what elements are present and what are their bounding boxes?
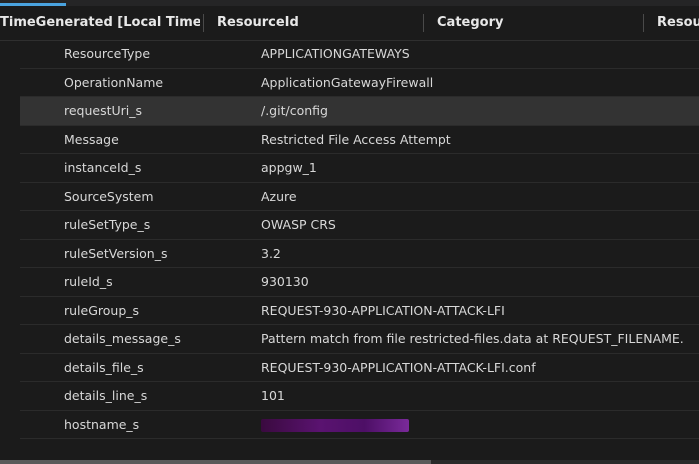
redacted-value — [261, 418, 409, 432]
detail-row-details-message[interactable]: details_message_s Pattern match from fil… — [20, 325, 699, 354]
expanded-record-details: ResourceType APPLICATIONGATEWAYS Operati… — [20, 40, 699, 439]
detail-row-details-line[interactable]: details_line_s 101 — [20, 382, 699, 411]
field-name: details_line_s — [64, 388, 148, 403]
column-header-category[interactable]: Category — [437, 6, 637, 40]
results-grid: TimeGenerated [Local Time] ResourceId Ca… — [0, 0, 699, 464]
field-name: details_file_s — [64, 359, 144, 375]
detail-row-rulesettype[interactable]: ruleSetType_s OWASP CRS — [20, 211, 699, 240]
detail-row-rulegroup[interactable]: ruleGroup_s REQUEST-930-APPLICATION-ATTA… — [20, 297, 699, 325]
detail-row-requesturi-selected[interactable]: requestUri_s /.git/config — [20, 97, 699, 126]
field-value: ApplicationGatewayFirewall — [261, 74, 434, 90]
field-name: hostname_s — [64, 416, 140, 432]
detail-row-details-file[interactable]: details_file_s REQUEST-930-APPLICATION-A… — [20, 354, 699, 382]
field-value: 3.2 — [261, 245, 281, 261]
detail-row-operationname[interactable]: OperationName ApplicationGatewayFirewall — [20, 69, 699, 97]
column-resize-handle[interactable] — [203, 14, 204, 32]
field-value: REQUEST-930-APPLICATION-ATTACK-LFI — [261, 302, 505, 318]
field-name: Message — [64, 131, 119, 147]
field-name: OperationName — [64, 74, 164, 90]
field-name: ruleSetVersion_s — [64, 245, 168, 261]
field-name: ruleSetType_s — [64, 217, 151, 232]
field-name: ResourceType — [64, 46, 151, 61]
field-value: OWASP CRS — [261, 217, 336, 232]
field-name: requestUri_s — [64, 103, 143, 118]
detail-row-resourcetype[interactable]: ResourceType APPLICATIONGATEWAYS — [20, 40, 699, 69]
field-value: appgw_1 — [261, 160, 317, 175]
field-name: details_message_s — [64, 331, 181, 346]
detail-row-message[interactable]: Message Restricted File Access Attempt — [20, 126, 699, 154]
field-value: 930130 — [261, 274, 309, 289]
column-resize-handle[interactable] — [643, 14, 644, 32]
field-name: instanceId_s — [64, 160, 142, 175]
field-value: APPLICATIONGATEWAYS — [261, 46, 410, 61]
column-header-resourceid[interactable]: ResourceId — [217, 6, 417, 40]
column-header-timegenerated[interactable]: TimeGenerated [Local Time] — [0, 6, 200, 40]
detail-row-rulesetversion[interactable]: ruleSetVersion_s 3.2 — [20, 240, 699, 268]
grid-header: TimeGenerated [Local Time] ResourceId Ca… — [0, 6, 699, 41]
field-value: Azure — [261, 188, 297, 204]
field-value: REQUEST-930-APPLICATION-ATTACK-LFI.conf — [261, 359, 536, 375]
field-name: SourceSystem — [64, 188, 154, 204]
column-header-resource[interactable]: Resour — [657, 6, 699, 40]
field-value: /.git/config — [261, 103, 328, 118]
field-name: ruleId_s — [64, 274, 113, 289]
detail-row-instanceid[interactable]: instanceId_s appgw_1 — [20, 154, 699, 183]
detail-row-sourcesystem[interactable]: SourceSystem Azure — [20, 183, 699, 211]
field-name: ruleGroup_s — [64, 302, 140, 318]
field-value: Pattern match from file restricted-files… — [261, 331, 684, 346]
horizontal-scrollbar-thumb[interactable] — [0, 460, 431, 464]
detail-row-ruleid[interactable]: ruleId_s 930130 — [20, 268, 699, 297]
detail-row-hostname[interactable]: hostname_s — [20, 411, 699, 439]
column-resize-handle[interactable] — [423, 14, 424, 32]
field-value: 101 — [261, 388, 285, 403]
field-value: Restricted File Access Attempt — [261, 131, 451, 147]
